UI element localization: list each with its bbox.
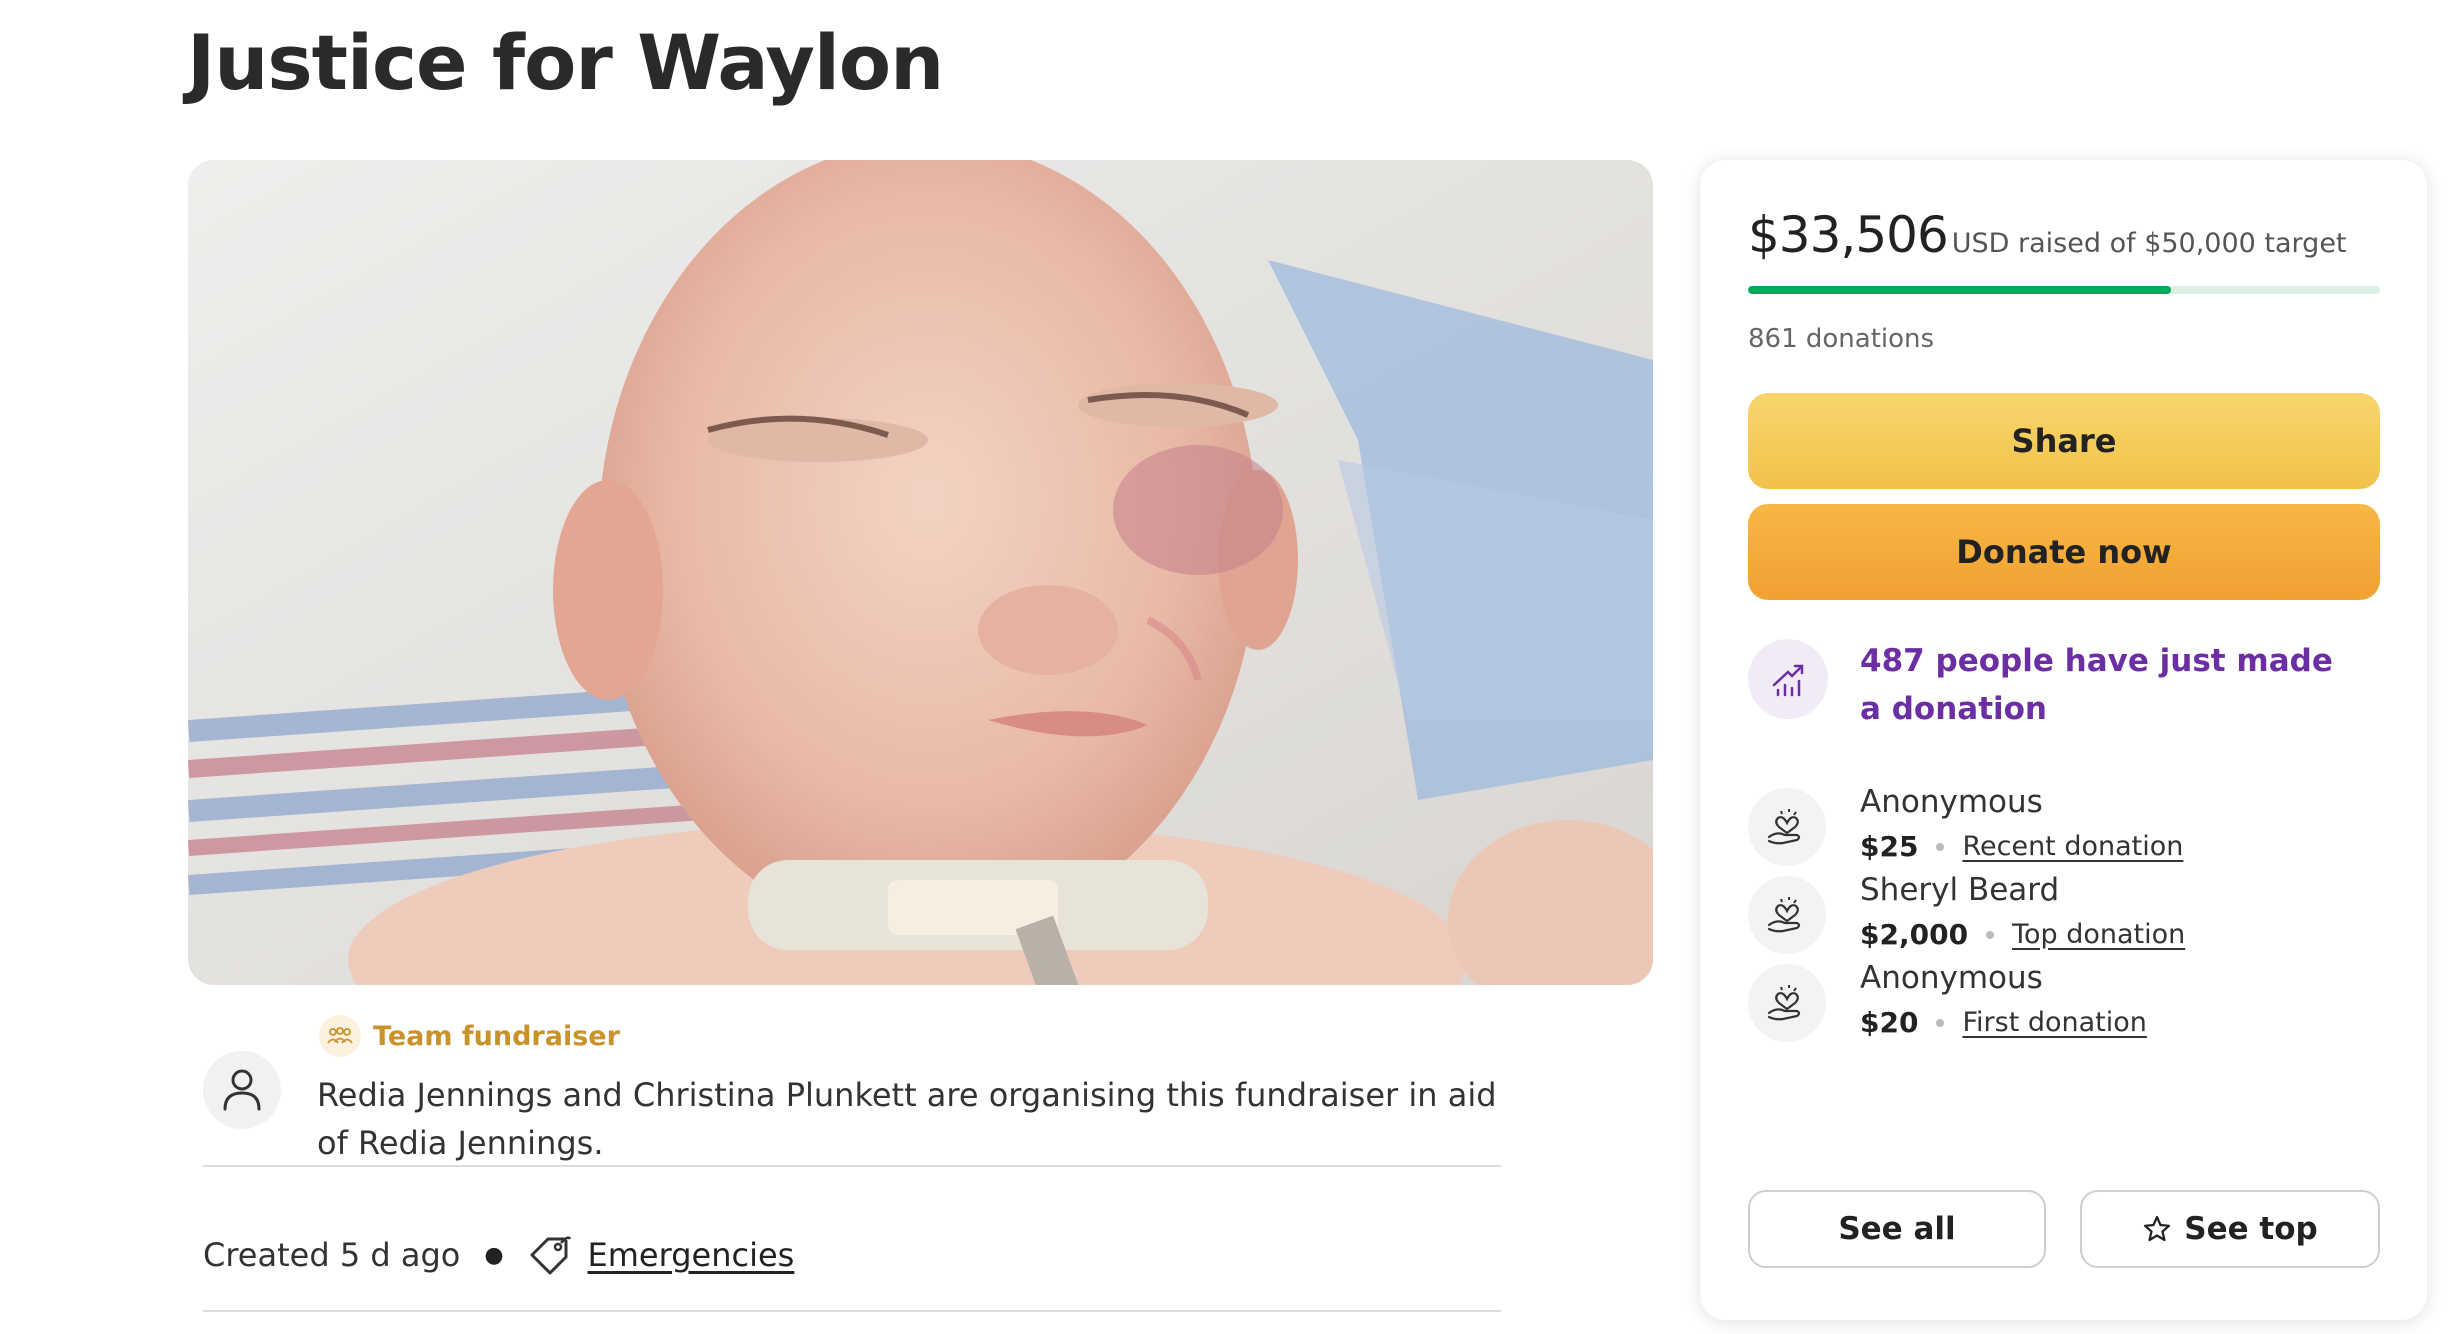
donor-details: $25 Recent donation <box>1860 830 2183 863</box>
donor-details: $2,000 Top donation <box>1860 918 2185 951</box>
see-top-label: See top <box>2184 1211 2318 1247</box>
baby-photo <box>188 160 1653 985</box>
donate-now-button[interactable]: Donate now <box>1748 504 2380 600</box>
donor-item: Sheryl Beard $2,000 Top donation <box>1748 872 2380 956</box>
organiser-avatar[interactable] <box>203 1051 281 1129</box>
donor-name: Sheryl Beard <box>1860 872 2060 908</box>
donation-card: $33,506 USD raised of $50,000 target 861… <box>1700 160 2427 1320</box>
donor-item: Anonymous $20 First donation <box>1748 960 2380 1044</box>
trending-up-icon <box>1748 639 1828 719</box>
recent-donation-link[interactable]: Recent donation <box>1962 831 2183 862</box>
team-fundraiser-badge: Team fundraiser <box>319 1015 620 1057</box>
team-icon <box>319 1015 361 1057</box>
progress-bar <box>1748 286 2380 294</box>
meta-separator: ● <box>484 1242 504 1268</box>
recent-donations-text: 487 people have just made a donation <box>1860 643 2333 727</box>
divider <box>203 1165 1501 1167</box>
star-icon <box>2144 1215 2171 1242</box>
tag-icon <box>528 1233 572 1277</box>
donation-amount: $20 <box>1860 1006 1919 1039</box>
donor-details: $20 First donation <box>1860 1006 2147 1039</box>
heart-hand-icon <box>1748 788 1826 866</box>
separator-dot <box>1936 1018 1945 1027</box>
fundraiser-cover-image[interactable] <box>188 160 1653 985</box>
heart-hand-icon <box>1748 876 1826 954</box>
first-donation-link[interactable]: First donation <box>1962 1007 2146 1038</box>
separator-dot <box>1936 842 1945 851</box>
donor-item: Anonymous $25 Recent donation <box>1748 784 2380 868</box>
donation-amount: $25 <box>1860 830 1919 863</box>
person-icon <box>223 1069 261 1111</box>
donor-name: Anonymous <box>1860 784 2043 820</box>
progress-fill <box>1748 286 2172 294</box>
created-date: Created 5 d ago <box>203 1236 461 1274</box>
organiser-description: Redia Jennings and Christina Plunkett ar… <box>317 1076 1497 1162</box>
fundraiser-meta: Created 5 d ago ● Emergencies <box>203 1230 794 1280</box>
share-button[interactable]: Share <box>1748 393 2380 489</box>
donation-amount: $2,000 <box>1860 918 1969 951</box>
page-title: Justice for Waylon <box>187 18 944 107</box>
category-link[interactable]: Emergencies <box>588 1236 795 1274</box>
see-all-button[interactable]: See all <box>1748 1190 2046 1268</box>
donation-count: 861 donations <box>1748 324 1935 354</box>
donor-name: Anonymous <box>1860 960 2043 996</box>
raised-target: USD raised of $50,000 target <box>1951 228 2347 259</box>
heart-hand-icon <box>1748 964 1826 1042</box>
divider <box>203 1310 1501 1312</box>
top-donation-link[interactable]: Top donation <box>2012 919 2185 950</box>
team-fundraiser-label: Team fundraiser <box>373 1020 620 1052</box>
see-all-label: See all <box>1838 1211 1956 1247</box>
separator-dot <box>1986 930 1995 939</box>
raised-amount: $33,506 <box>1748 206 1949 264</box>
amount-raised: $33,506 USD raised of $50,000 target <box>1748 206 2347 264</box>
see-top-button[interactable]: See top <box>2080 1190 2380 1268</box>
